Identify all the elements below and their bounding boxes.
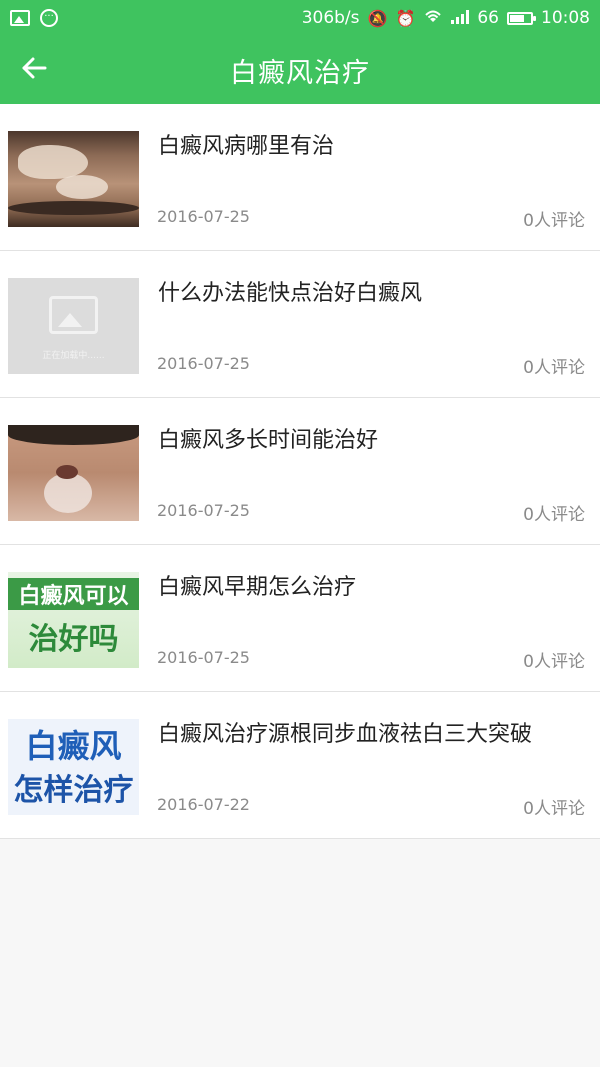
battery-icon: [507, 11, 536, 25]
thumbnail-caption: 白癜风可以: [8, 578, 139, 610]
article-comment-count: 0人评论: [523, 799, 585, 819]
image-icon: [10, 10, 30, 26]
article-title: 什么办法能快点治好白癜风: [158, 281, 423, 306]
article-thumbnail: [8, 131, 139, 227]
page-title: 白癜风治疗: [230, 57, 370, 89]
article-comment-count: 0人评论: [523, 211, 585, 231]
article-item[interactable]: 白癜风 怎样治疗 白癜风治疗源根同步血液祛白三大突破 2016-07-22 0人…: [0, 692, 600, 839]
article-list: 白癜风病哪里有治 2016-07-25 0人评论 正在加载中...... 什么办…: [0, 104, 600, 839]
article-title: 白癜风治疗源根同步血液祛白三大突破: [158, 722, 533, 747]
article-date: 2016-07-25: [157, 207, 250, 226]
article-item[interactable]: 正在加载中...... 什么办法能快点治好白癜风 2016-07-25 0人评论: [0, 251, 600, 398]
article-title: 白癜风病哪里有治: [158, 134, 335, 159]
thumbnail-caption: 治好吗: [28, 622, 119, 657]
article-thumbnail: 白癜风 怎样治疗: [8, 719, 139, 815]
thumbnail-caption: 白癜风: [25, 727, 122, 765]
article-date: 2016-07-25: [157, 354, 250, 373]
article-thumbnail: 正在加载中......: [8, 278, 139, 374]
signal-strength: 66: [477, 8, 499, 28]
article-item[interactable]: 白癜风可以 治好吗 白癜风早期怎么治疗 2016-07-25 0人评论: [0, 545, 600, 692]
app-bar: 白癜风治疗: [0, 36, 600, 104]
wifi-icon: [423, 8, 443, 28]
article-title: 白癜风早期怎么治疗: [158, 575, 357, 600]
alarm-icon: ⏰: [395, 8, 416, 28]
signal-icon: [451, 9, 470, 28]
article-date: 2016-07-22: [157, 795, 250, 814]
thumbnail-caption: 怎样治疗: [13, 773, 134, 808]
more-dots-icon: ···: [40, 9, 58, 27]
image-placeholder-icon: [49, 296, 98, 334]
arrow-left-icon: [21, 55, 47, 85]
back-button[interactable]: [18, 54, 50, 86]
article-item[interactable]: 白癜风病哪里有治 2016-07-25 0人评论: [0, 104, 600, 251]
article-date: 2016-07-25: [157, 501, 250, 520]
article-title: 白癜风多长时间能治好: [158, 428, 379, 453]
mute-icon: 🔕: [367, 8, 388, 28]
article-date: 2016-07-25: [157, 648, 250, 667]
article-thumbnail: [8, 425, 139, 521]
article-comment-count: 0人评论: [523, 358, 585, 378]
status-bar: ··· 306b/s 🔕 ⏰ 66 10:08: [0, 0, 600, 36]
clock: 10:08: [541, 8, 590, 28]
loading-text: 正在加载中......: [42, 351, 105, 361]
article-thumbnail: 白癜风可以 治好吗: [8, 572, 139, 668]
article-comment-count: 0人评论: [523, 505, 585, 525]
article-item[interactable]: 白癜风多长时间能治好 2016-07-25 0人评论: [0, 398, 600, 545]
network-speed: 306b/s: [301, 8, 360, 28]
article-comment-count: 0人评论: [523, 652, 585, 672]
